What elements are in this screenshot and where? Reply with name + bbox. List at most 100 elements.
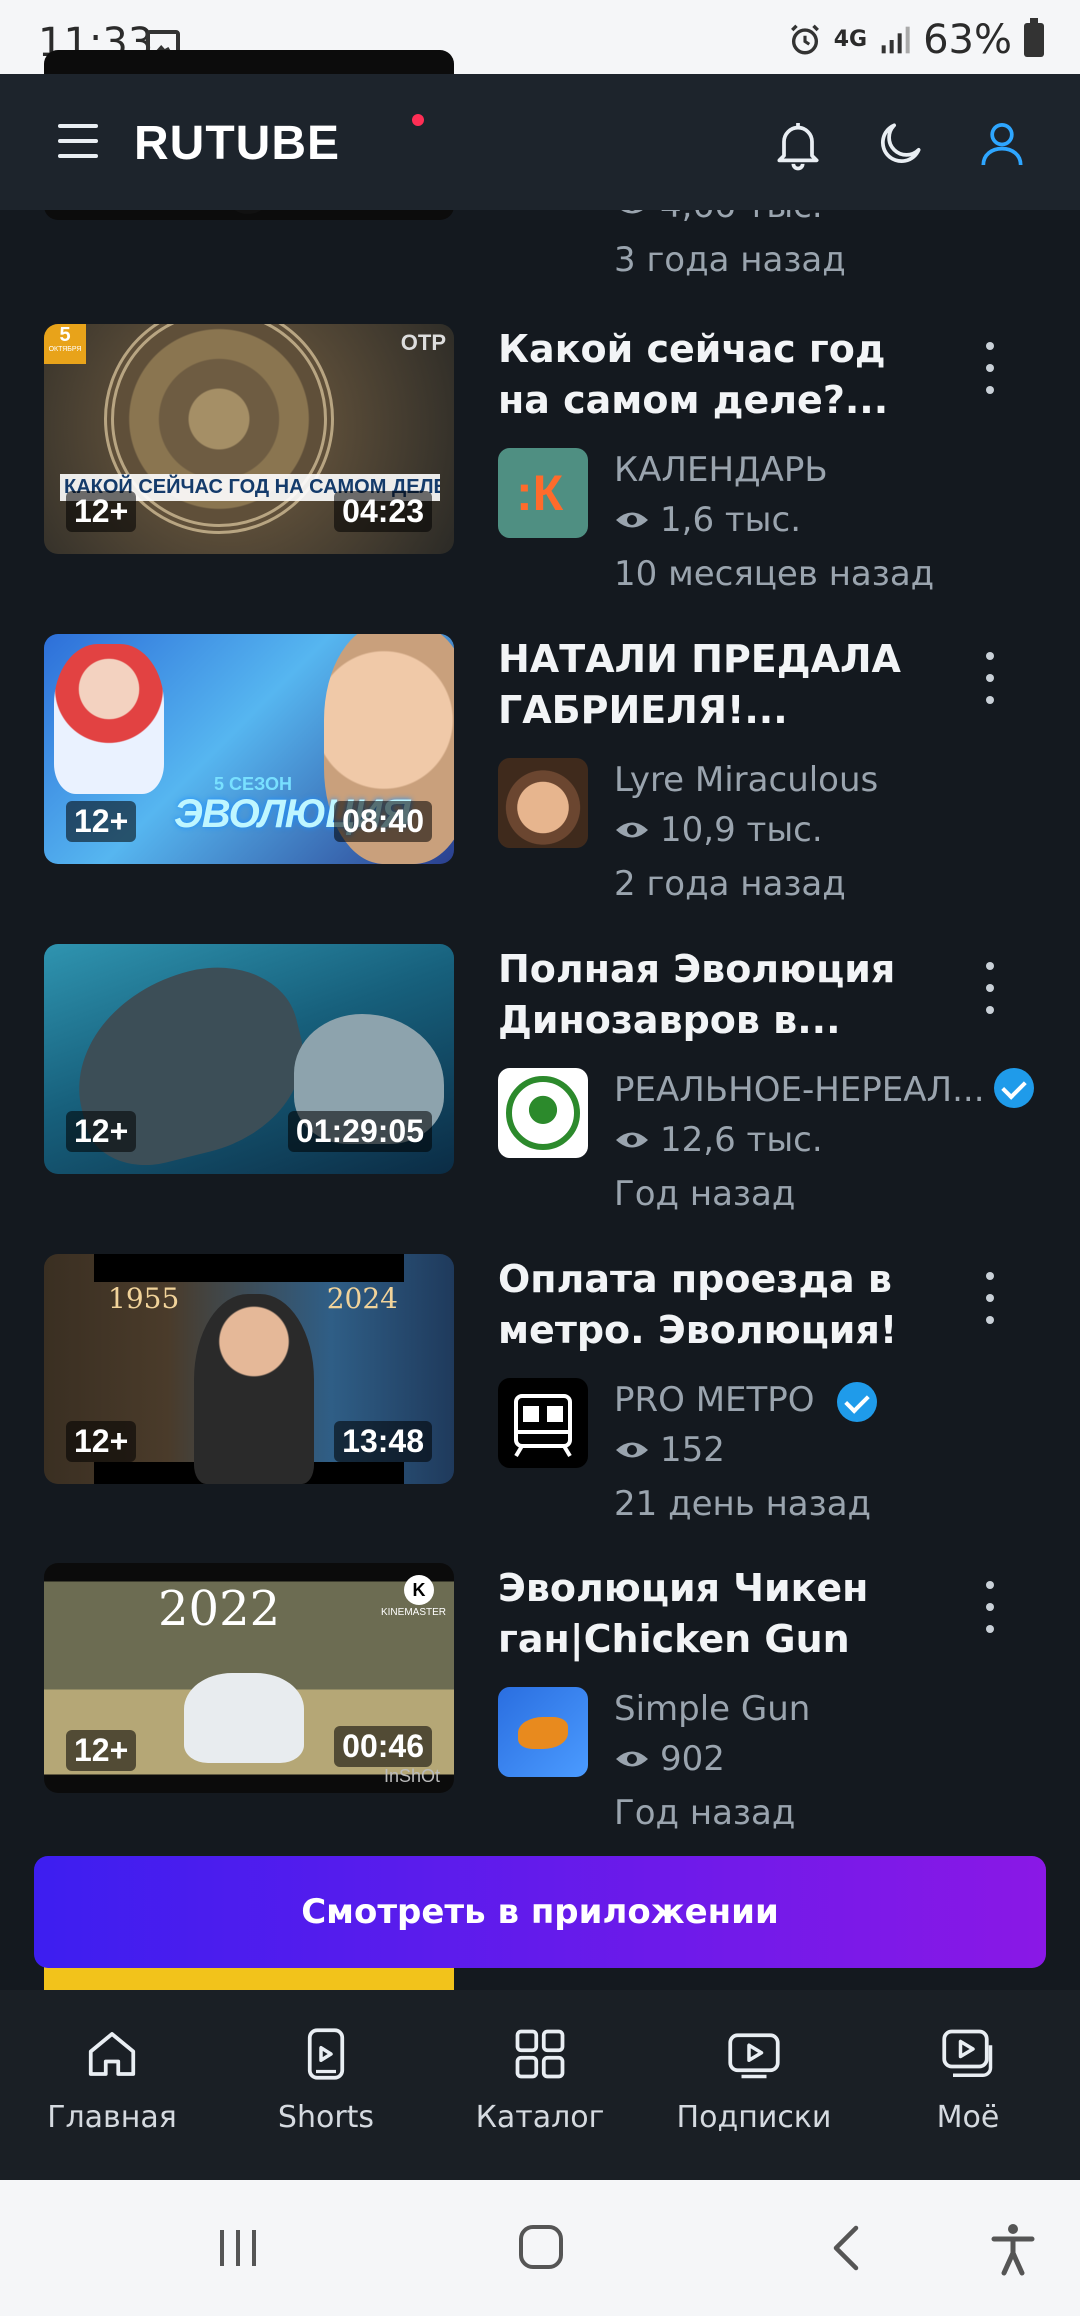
- age-rating-badge: 12+: [66, 1730, 137, 1771]
- video-title[interactable]: Оплата проезда в метро. Эволюция!: [498, 1254, 938, 1356]
- video-views: 902: [614, 1739, 725, 1779]
- catalog-icon: [515, 2029, 565, 2079]
- rutube-logo[interactable]: RUTUBE: [134, 116, 340, 171]
- recent-apps-icon[interactable]: [214, 2226, 264, 2270]
- accessibility-icon[interactable]: [990, 2222, 1036, 2276]
- video-title[interactable]: НАТАЛИ ПРЕДАЛА ГАБРИЕЛЯ!...: [498, 634, 938, 736]
- eye-icon: [616, 1751, 648, 1767]
- character-left-graphic: [54, 644, 164, 794]
- channel-name[interactable]: PRO МЕТРО: [614, 1380, 878, 1422]
- alarm-icon: [790, 24, 819, 55]
- status-right: 4G 63%: [788, 17, 1044, 63]
- age-rating-badge: 12+: [66, 1111, 137, 1152]
- video-card[interactable]: 1955 2024 12+ 13:48 Оплата проезда в мет…: [0, 1254, 1080, 1564]
- channel-avatar[interactable]: [498, 1687, 588, 1777]
- video-title[interactable]: Какой сейчас год на самом деле?...: [498, 324, 938, 426]
- more-options-icon[interactable]: [984, 342, 996, 396]
- more-options-icon[interactable]: [984, 652, 996, 706]
- thumb-channel-mark: ОТР: [400, 330, 446, 355]
- eye-icon: [616, 1442, 648, 1458]
- my-videos-icon: [942, 2029, 993, 2077]
- channel-name[interactable]: Simple Gun: [614, 1689, 810, 1729]
- back-icon[interactable]: [826, 2224, 866, 2272]
- video-thumbnail[interactable]: 12+ 01:29:05: [44, 944, 454, 1174]
- shorts-icon: [307, 2028, 345, 2080]
- battery-percent: 63%: [923, 17, 1012, 63]
- channel-avatar[interactable]: [498, 758, 588, 848]
- channel-avatar[interactable]: [498, 1378, 588, 1468]
- video-published: 2 года назад: [614, 864, 846, 904]
- presenter-graphic: [194, 1294, 314, 1484]
- top-app-bar: RUTUBE: [0, 74, 1080, 210]
- channel-name[interactable]: Lyre Miraculous: [614, 760, 878, 800]
- nav-catalog[interactable]: Каталог: [432, 1990, 648, 2180]
- duration-badge: 00:46: [334, 1726, 432, 1767]
- thumb-brand: KINEMASTER: [380, 1607, 446, 1618]
- metro-train-icon: [514, 1394, 572, 1458]
- video-published: Год назад: [614, 1174, 796, 1214]
- network-type: 4G: [833, 27, 868, 52]
- video-published: Год назад: [614, 1793, 796, 1833]
- eye-icon: [616, 822, 648, 838]
- video-views: 10,9 тыс.: [614, 810, 823, 850]
- menu-icon[interactable]: [58, 124, 98, 158]
- nav-home[interactable]: Главная: [4, 1990, 220, 2180]
- age-rating-badge: 12+: [66, 801, 137, 842]
- dino-logo-icon: [506, 1076, 580, 1150]
- duration-badge: 01:29:05: [287, 1111, 432, 1152]
- age-rating-badge: 12+: [66, 1421, 137, 1462]
- duration-badge: 08:40: [334, 801, 432, 842]
- video-card[interactable]: 5 СЕЗОН ЭВОЛЮЦИЯ 12+ 08:40 НАТАЛИ ПРЕДАЛ…: [0, 634, 1080, 944]
- thumb-year-right: 2024: [326, 1282, 398, 1315]
- profile-icon[interactable]: [974, 116, 1030, 172]
- more-options-icon[interactable]: [984, 1581, 996, 1635]
- battery-icon: [1024, 18, 1044, 57]
- more-options-icon[interactable]: [984, 962, 996, 1016]
- chicken-avatar-graphic: [518, 1717, 568, 1749]
- channel-avatar[interactable]: [498, 1068, 588, 1158]
- video-thumbnail[interactable]: 5 СЕЗОН ЭВОЛЮЦИЯ 12+ 08:40: [44, 634, 454, 864]
- duration-badge: 13:48: [334, 1421, 432, 1462]
- chicken-graphic: [184, 1673, 304, 1763]
- video-published: 21 день назад: [614, 1484, 872, 1524]
- eye-icon: [616, 1132, 648, 1148]
- thumb-date-badge: 5 ОКТЯБРЯ: [44, 324, 86, 364]
- open-in-app-button[interactable]: Смотреть в приложении: [34, 1856, 1046, 1968]
- video-thumbnail[interactable]: 5 ОКТЯБРЯ ОТР КАКОЙ СЕЙЧАС ГОД НА САМОМ …: [44, 324, 454, 554]
- signal-icon: [881, 26, 910, 54]
- home-icon: [88, 2032, 136, 2076]
- verified-icon: [994, 1068, 1034, 1108]
- channel-name[interactable]: РЕАЛЬНОЕ-НЕРЕАЛ...: [614, 1070, 985, 1110]
- logo-dot: [412, 114, 424, 126]
- video-card[interactable]: 2022 K KINEMASTER InShOt 12+ 00:46 Эволю…: [0, 1563, 1080, 1873]
- kinemaster-icon: K: [404, 1575, 434, 1605]
- nav-subscriptions[interactable]: Подписки: [646, 1990, 862, 2180]
- video-title[interactable]: Полная Эволюция Динозавров в...: [498, 944, 938, 1046]
- verified-icon: [837, 1381, 878, 1422]
- channel-name[interactable]: КАЛЕНДАРЬ: [614, 450, 828, 490]
- more-options-icon[interactable]: [984, 1272, 996, 1326]
- home-button-icon[interactable]: [516, 2222, 566, 2272]
- thumb-watermark: InShOt: [383, 1766, 440, 1786]
- video-thumbnail[interactable]: 1955 2024 12+ 13:48: [44, 1254, 454, 1484]
- video-card[interactable]: 5 ОКТЯБРЯ ОТР КАКОЙ СЕЙЧАС ГОД НА САМОМ …: [0, 324, 1080, 634]
- age-rating-badge: 12+: [66, 491, 137, 532]
- video-thumbnail[interactable]: 2022 K KINEMASTER InShOt 12+ 00:46: [44, 1563, 454, 1793]
- video-title[interactable]: Эволюция Чикен ган|Chicken Gun: [498, 1563, 938, 1665]
- nav-shorts[interactable]: Shorts: [218, 1990, 434, 2180]
- video-card[interactable]: 12+ 01:29:05 Полная Эволюция Динозавров …: [0, 944, 1080, 1254]
- video-views: 12,6 тыс.: [614, 1120, 823, 1160]
- video-published: 10 месяцев назад: [614, 554, 935, 594]
- nav-my[interactable]: Моё: [860, 1990, 1076, 2180]
- thumb-top-band: [94, 1254, 404, 1282]
- thumb-year-left: 1955: [108, 1282, 180, 1315]
- bell-icon[interactable]: [770, 116, 826, 172]
- duration-badge: 04:23: [334, 491, 432, 532]
- moon-icon[interactable]: [872, 116, 928, 172]
- channel-avatar[interactable]: :К: [498, 448, 588, 538]
- eye-icon: [616, 512, 648, 528]
- aztec-calendar-graphic: [104, 324, 334, 534]
- video-views: 152: [614, 1430, 725, 1470]
- video-published: 3 года назад: [614, 240, 846, 280]
- thumb-year: 2022: [158, 1581, 281, 1637]
